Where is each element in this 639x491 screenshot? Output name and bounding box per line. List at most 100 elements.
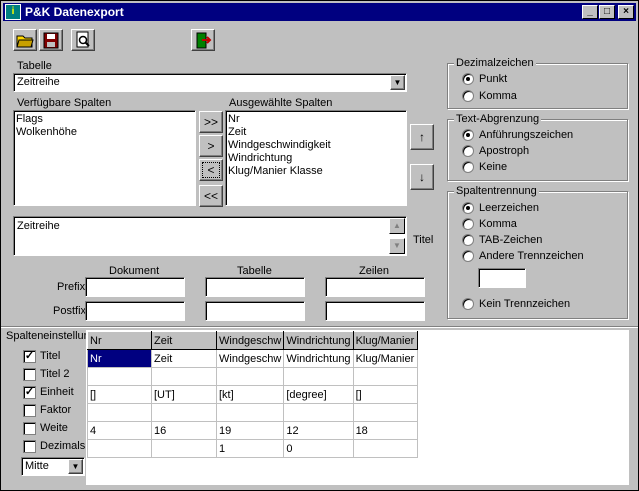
table-row <box>87 367 418 386</box>
scroll-down-icon[interactable]: ▼ <box>389 238 405 254</box>
radio-andere[interactable] <box>462 250 474 262</box>
save-button[interactable] <box>39 29 63 51</box>
move-up-button[interactable]: ↑ <box>410 124 434 150</box>
table-row: 1 0 <box>87 439 418 458</box>
grid-cell[interactable]: [degree] <box>283 385 354 404</box>
print-preview-button[interactable] <box>71 29 95 51</box>
grid-cell[interactable]: Zeit <box>151 349 217 368</box>
grid-cell[interactable]: [UT] <box>151 385 217 404</box>
close-button[interactable]: × <box>618 5 634 19</box>
grid-cell[interactable] <box>215 403 285 422</box>
open-button[interactable] <box>13 29 37 51</box>
selected-label: Ausgewählte Spalten <box>229 97 333 109</box>
tabelle-select[interactable]: Zeitreihe ▼ <box>13 73 407 92</box>
grid-cell[interactable]: 4 <box>87 421 152 440</box>
move-down-button[interactable]: ↓ <box>410 164 434 190</box>
prefix-tabelle-input[interactable] <box>205 277 305 297</box>
grid-cell[interactable]: [] <box>87 385 152 404</box>
grid-cell[interactable] <box>87 439 152 458</box>
check-faktor[interactable] <box>23 404 36 417</box>
radio-apostroph[interactable] <box>462 145 474 157</box>
minimize-button[interactable]: _ <box>582 5 598 19</box>
list-item[interactable]: Zeit <box>226 126 406 139</box>
grid-cell[interactable]: 16 <box>151 421 217 440</box>
radio-leerzeichen[interactable] <box>462 202 474 214</box>
add-all-button[interactable]: >> <box>199 111 223 133</box>
grid-cell[interactable] <box>151 403 217 422</box>
remove-all-button[interactable]: << <box>199 185 223 207</box>
prefix-dokument-input[interactable] <box>85 277 185 297</box>
grid-cell[interactable] <box>215 367 285 386</box>
grid-cell[interactable] <box>151 367 217 386</box>
grid-cell[interactable]: Nr <box>87 349 152 368</box>
tabelle-label: Tabelle <box>17 60 52 72</box>
radio-komma-label: Komma <box>479 90 517 102</box>
check-titel2[interactable] <box>23 368 36 381</box>
list-item[interactable]: Nr <box>226 113 406 126</box>
check-einheit-label: Einheit <box>40 386 74 398</box>
grid-cell[interactable]: 12 <box>283 421 354 440</box>
grid-header[interactable]: Nr <box>87 331 152 350</box>
check-dezimals[interactable] <box>23 440 36 453</box>
radio-komma-sep-label: Komma <box>479 218 517 230</box>
grid-header[interactable]: Zeit <box>151 331 217 350</box>
grid-cell[interactable] <box>352 367 418 386</box>
postfix-zeilen-input[interactable] <box>325 301 425 321</box>
check-titel[interactable]: ✓ <box>23 350 36 363</box>
radio-keine[interactable] <box>462 161 474 173</box>
custom-separator-input[interactable] <box>478 268 526 288</box>
grid-cell[interactable]: 19 <box>215 421 285 440</box>
column-grid[interactable]: Nr Zeit Windgeschw Windrichtung Klug/Man… <box>87 331 418 458</box>
grid-header[interactable]: Klug/Manier <box>352 331 418 350</box>
grid-cell[interactable] <box>87 403 152 422</box>
postfix-dokument-input[interactable] <box>85 301 185 321</box>
grid-cell[interactable]: 0 <box>283 439 354 458</box>
grid-cell[interactable] <box>283 403 354 422</box>
grid-header[interactable]: Windgeschw <box>215 331 285 350</box>
grid-cell[interactable] <box>352 403 418 422</box>
list-item[interactable]: Windrichtung <box>226 152 406 165</box>
available-list[interactable]: Flags Wolkenhöhe <box>13 110 196 206</box>
radio-kein[interactable] <box>462 298 474 310</box>
grid-cell[interactable]: [] <box>352 385 418 404</box>
exit-button[interactable] <box>191 29 215 51</box>
grid-cell[interactable] <box>283 367 354 386</box>
check-weite[interactable] <box>23 422 36 435</box>
grid-cell[interactable]: 18 <box>352 421 418 440</box>
scroll-up-icon[interactable]: ▲ <box>389 218 405 234</box>
list-item[interactable]: Flags <box>14 113 195 126</box>
maximize-button[interactable]: □ <box>599 5 615 19</box>
chevron-down-icon[interactable]: ▼ <box>68 459 83 474</box>
radio-tab[interactable] <box>462 234 474 246</box>
remove-button[interactable]: < <box>199 159 223 181</box>
radio-komma-sep[interactable] <box>462 218 474 230</box>
grid-cell[interactable]: Windgeschw <box>215 349 285 368</box>
radio-punkt-label: Punkt <box>479 73 508 85</box>
grid-cell[interactable]: [kt] <box>215 385 285 404</box>
chevron-down-icon[interactable]: ▼ <box>390 75 405 90</box>
grid-cell[interactable] <box>352 439 418 458</box>
radio-punkt[interactable] <box>462 73 474 85</box>
grid-cell[interactable] <box>87 367 152 386</box>
list-item[interactable]: Klug/Manier Klasse <box>226 165 406 178</box>
list-item[interactable]: Wolkenhöhe <box>14 126 195 139</box>
radio-komma[interactable] <box>462 90 474 102</box>
title-bar[interactable]: i P&K Datenexport _ □ × <box>3 3 636 21</box>
selected-list[interactable]: Nr Zeit Windgeschwindigkeit Windrichtung… <box>225 110 407 206</box>
grid-cell[interactable]: Windrichtung <box>283 349 354 368</box>
grid-cell[interactable] <box>151 439 217 458</box>
add-button[interactable]: > <box>199 135 223 157</box>
radio-anfuehrungszeichen[interactable] <box>462 129 474 141</box>
postfix-tabelle-input[interactable] <box>205 301 305 321</box>
check-einheit[interactable]: ✓ <box>23 386 36 399</box>
prefix-zeilen-input[interactable] <box>325 277 425 297</box>
check-faktor-label: Faktor <box>40 404 72 416</box>
grid-cell[interactable]: 1 <box>215 439 285 458</box>
align-select[interactable]: Mitte ▼ <box>21 457 85 476</box>
textdelim-group-label: Text-Abgrenzung <box>454 113 542 125</box>
radio-apostroph-label: Apostroph <box>479 145 530 157</box>
grid-cell[interactable]: Klug/Manier <box>352 349 418 368</box>
list-item[interactable]: Windgeschwindigkeit <box>226 139 406 152</box>
grid-header[interactable]: Windrichtung <box>283 331 354 350</box>
title-textarea[interactable]: Zeitreihe ▲ ▼ <box>13 216 407 256</box>
